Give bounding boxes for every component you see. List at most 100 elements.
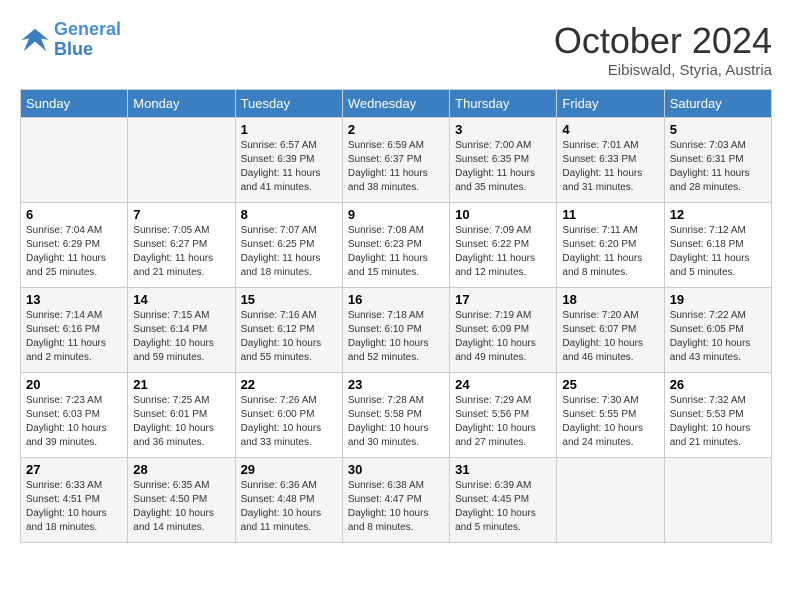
day-info: Sunrise: 7:14 AM Sunset: 6:16 PM Dayligh… [26,309,122,365]
logo-text: General Blue [54,20,121,60]
day-info: Sunrise: 7:04 AM Sunset: 6:29 PM Dayligh… [26,224,122,280]
day-number: 18 [562,292,658,307]
calendar-cell: 19 Sunrise: 7:22 AM Sunset: 6:05 PM Dayli… [664,288,771,373]
day-info: Sunrise: 7:30 AM Sunset: 5:55 PM Dayligh… [562,394,658,450]
day-number: 8 [241,207,337,222]
day-number: 17 [455,292,551,307]
day-number: 28 [133,462,229,477]
day-number: 6 [26,207,122,222]
day-number: 22 [241,377,337,392]
column-header-wednesday: Wednesday [342,90,449,118]
calendar-cell [557,458,664,543]
day-number: 19 [670,292,766,307]
calendar-week-row: 13 Sunrise: 7:14 AM Sunset: 6:16 PM Dayli… [21,288,772,373]
column-header-thursday: Thursday [450,90,557,118]
day-number: 5 [670,122,766,137]
day-info: Sunrise: 6:57 AM Sunset: 6:39 PM Dayligh… [241,139,337,195]
day-info: Sunrise: 7:00 AM Sunset: 6:35 PM Dayligh… [455,139,551,195]
day-number: 31 [455,462,551,477]
page-header: General Blue October 2024 Eibiswald, Sty… [20,20,772,79]
calendar-cell [128,118,235,203]
day-number: 21 [133,377,229,392]
calendar-cell: 4 Sunrise: 7:01 AM Sunset: 6:33 PM Daylig… [557,118,664,203]
day-number: 15 [241,292,337,307]
day-number: 13 [26,292,122,307]
month-title: October 2024 [554,20,772,62]
day-number: 29 [241,462,337,477]
calendar-cell: 13 Sunrise: 7:14 AM Sunset: 6:16 PM Dayli… [21,288,128,373]
logo: General Blue [20,20,121,60]
day-number: 10 [455,207,551,222]
calendar-table: SundayMondayTuesdayWednesdayThursdayFrid… [20,89,772,543]
day-info: Sunrise: 6:39 AM Sunset: 4:45 PM Dayligh… [455,479,551,535]
day-number: 30 [348,462,444,477]
day-info: Sunrise: 6:36 AM Sunset: 4:48 PM Dayligh… [241,479,337,535]
calendar-cell: 16 Sunrise: 7:18 AM Sunset: 6:10 PM Dayli… [342,288,449,373]
day-number: 1 [241,122,337,137]
day-info: Sunrise: 7:23 AM Sunset: 6:03 PM Dayligh… [26,394,122,450]
day-number: 20 [26,377,122,392]
calendar-cell: 14 Sunrise: 7:15 AM Sunset: 6:14 PM Dayli… [128,288,235,373]
calendar-cell: 25 Sunrise: 7:30 AM Sunset: 5:55 PM Dayli… [557,373,664,458]
day-number: 14 [133,292,229,307]
calendar-cell: 8 Sunrise: 7:07 AM Sunset: 6:25 PM Daylig… [235,203,342,288]
calendar-cell: 2 Sunrise: 6:59 AM Sunset: 6:37 PM Daylig… [342,118,449,203]
calendar-cell: 22 Sunrise: 7:26 AM Sunset: 6:00 PM Dayli… [235,373,342,458]
calendar-cell: 10 Sunrise: 7:09 AM Sunset: 6:22 PM Dayli… [450,203,557,288]
day-info: Sunrise: 6:33 AM Sunset: 4:51 PM Dayligh… [26,479,122,535]
day-number: 26 [670,377,766,392]
day-info: Sunrise: 7:15 AM Sunset: 6:14 PM Dayligh… [133,309,229,365]
day-info: Sunrise: 7:03 AM Sunset: 6:31 PM Dayligh… [670,139,766,195]
day-number: 24 [455,377,551,392]
calendar-cell: 24 Sunrise: 7:29 AM Sunset: 5:56 PM Dayli… [450,373,557,458]
day-number: 3 [455,122,551,137]
day-number: 2 [348,122,444,137]
calendar-cell: 11Sunrise: 7:11 AM Sunset: 6:20 PM Dayli… [557,203,664,288]
day-number: 11 [562,207,658,222]
day-info: Sunrise: 7:07 AM Sunset: 6:25 PM Dayligh… [241,224,337,280]
day-info: Sunrise: 7:26 AM Sunset: 6:00 PM Dayligh… [241,394,337,450]
calendar-cell [21,118,128,203]
column-header-saturday: Saturday [664,90,771,118]
day-number: 16 [348,292,444,307]
day-info: Sunrise: 7:05 AM Sunset: 6:27 PM Dayligh… [133,224,229,280]
day-info: Sunrise: 6:59 AM Sunset: 6:37 PM Dayligh… [348,139,444,195]
calendar-cell: 9Sunrise: 7:08 AM Sunset: 6:23 PM Daylig… [342,203,449,288]
calendar-cell: 29 Sunrise: 6:36 AM Sunset: 4:48 PM Dayli… [235,458,342,543]
calendar-cell: 12Sunrise: 7:12 AM Sunset: 6:18 PM Dayli… [664,203,771,288]
calendar-cell: 7 Sunrise: 7:05 AM Sunset: 6:27 PM Daylig… [128,203,235,288]
day-info: Sunrise: 7:29 AM Sunset: 5:56 PM Dayligh… [455,394,551,450]
day-number: 9 [348,207,444,222]
calendar-cell: 23Sunrise: 7:28 AM Sunset: 5:58 PM Dayli… [342,373,449,458]
day-number: 4 [562,122,658,137]
day-info: Sunrise: 7:28 AM Sunset: 5:58 PM Dayligh… [348,394,444,450]
day-info: Sunrise: 7:12 AM Sunset: 6:18 PM Dayligh… [670,224,766,280]
calendar-cell: 31 Sunrise: 6:39 AM Sunset: 4:45 PM Dayli… [450,458,557,543]
day-info: Sunrise: 7:32 AM Sunset: 5:53 PM Dayligh… [670,394,766,450]
calendar-cell: 30Sunrise: 6:38 AM Sunset: 4:47 PM Dayli… [342,458,449,543]
calendar-cell: 5 Sunrise: 7:03 AM Sunset: 6:31 PM Daylig… [664,118,771,203]
column-header-tuesday: Tuesday [235,90,342,118]
day-info: Sunrise: 7:20 AM Sunset: 6:07 PM Dayligh… [562,309,658,365]
calendar-week-row: 20 Sunrise: 7:23 AM Sunset: 6:03 PM Dayli… [21,373,772,458]
day-number: 25 [562,377,658,392]
day-info: Sunrise: 7:25 AM Sunset: 6:01 PM Dayligh… [133,394,229,450]
calendar-cell: 3 Sunrise: 7:00 AM Sunset: 6:35 PM Daylig… [450,118,557,203]
day-number: 27 [26,462,122,477]
calendar-cell: 21 Sunrise: 7:25 AM Sunset: 6:01 PM Dayli… [128,373,235,458]
day-info: Sunrise: 7:09 AM Sunset: 6:22 PM Dayligh… [455,224,551,280]
calendar-cell: 1 Sunrise: 6:57 AM Sunset: 6:39 PM Daylig… [235,118,342,203]
day-info: Sunrise: 7:22 AM Sunset: 6:05 PM Dayligh… [670,309,766,365]
day-info: Sunrise: 7:18 AM Sunset: 6:10 PM Dayligh… [348,309,444,365]
column-header-friday: Friday [557,90,664,118]
day-number: 7 [133,207,229,222]
day-info: Sunrise: 6:35 AM Sunset: 4:50 PM Dayligh… [133,479,229,535]
location-subtitle: Eibiswald, Styria, Austria [554,62,772,79]
calendar-cell: 28 Sunrise: 6:35 AM Sunset: 4:50 PM Dayli… [128,458,235,543]
calendar-cell: 20 Sunrise: 7:23 AM Sunset: 6:03 PM Dayli… [21,373,128,458]
day-info: Sunrise: 7:01 AM Sunset: 6:33 PM Dayligh… [562,139,658,195]
calendar-cell: 6 Sunrise: 7:04 AM Sunset: 6:29 PM Daylig… [21,203,128,288]
calendar-week-row: 6 Sunrise: 7:04 AM Sunset: 6:29 PM Daylig… [21,203,772,288]
calendar-header-row: SundayMondayTuesdayWednesdayThursdayFrid… [21,90,772,118]
calendar-week-row: 1 Sunrise: 6:57 AM Sunset: 6:39 PM Daylig… [21,118,772,203]
